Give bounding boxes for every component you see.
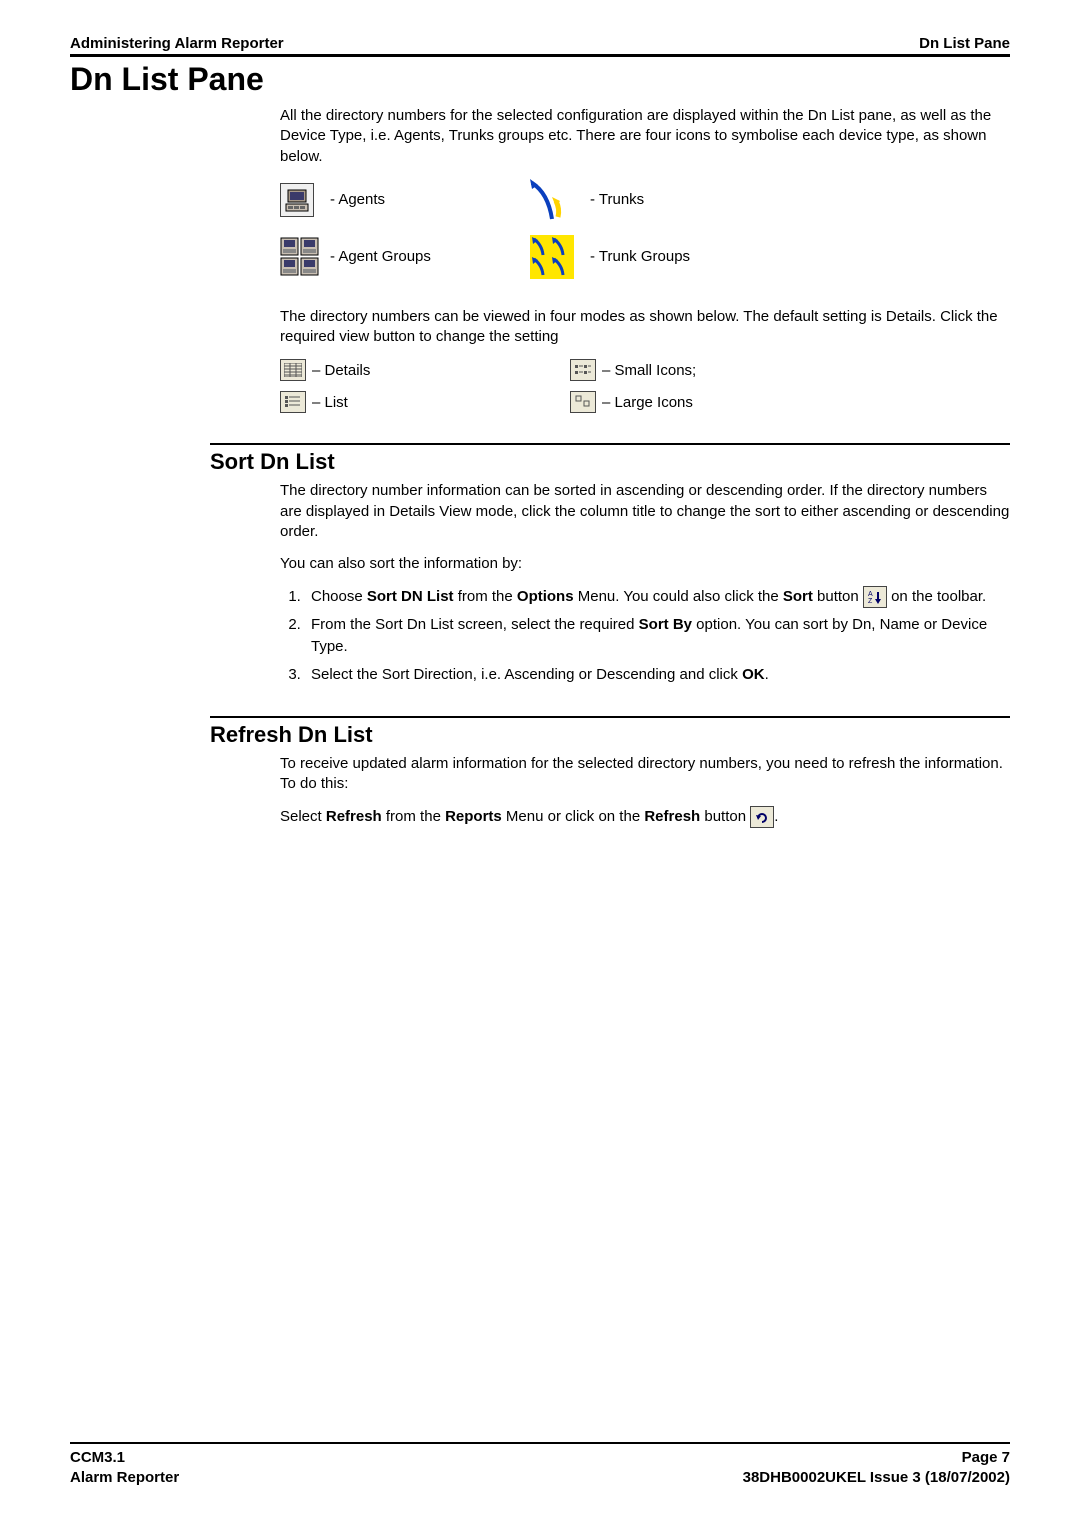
text-fragment: Menu. You could also click the: [574, 588, 783, 605]
sort-para-1: The directory number information can be …: [280, 481, 1010, 542]
sort-heading: Sort Dn List: [210, 449, 1010, 475]
text-fragment: .: [774, 808, 778, 825]
header-right: Dn List Pane: [919, 35, 1010, 52]
text-fragment: Menu or click on the: [502, 808, 645, 825]
text-fragment: from the: [382, 808, 445, 825]
agents-label: - Agents: [330, 191, 530, 208]
footer-left-line2: Alarm Reporter: [70, 1468, 179, 1488]
text-fragment: Sort: [783, 588, 813, 605]
small-icons-view-icon: [570, 359, 596, 381]
text-fragment: Reports: [445, 808, 502, 825]
sort-step-3: Select the Sort Direction, i.e. Ascendin…: [305, 664, 1010, 686]
sort-steps-list: Choose Sort DN List from the Options Men…: [305, 586, 1010, 685]
divider-sort: [210, 443, 1010, 445]
large-icons-view-label: – Large Icons: [602, 394, 693, 411]
details-view-label: – Details: [312, 362, 370, 379]
device-type-icons-grid: - Agents - Trunks: [280, 179, 1010, 279]
page-footer: CCM3.1 Alarm Reporter Page 7 38DHB0002UK…: [70, 1442, 1010, 1489]
text-fragment: button: [700, 808, 750, 825]
list-view-icon: [280, 391, 306, 413]
agents-icon: [280, 183, 314, 217]
text-fragment: Sort By: [639, 616, 692, 633]
text-fragment: .: [765, 666, 769, 683]
text-fragment: Refresh: [326, 808, 382, 825]
text-fragment: button: [813, 588, 863, 605]
agent-groups-label: - Agent Groups: [330, 248, 530, 265]
text-fragment: on the toolbar.: [887, 588, 986, 605]
trunks-icon: [530, 179, 590, 221]
footer-left-line1: CCM3.1: [70, 1448, 179, 1468]
sort-toolbar-icon: A Z: [863, 586, 887, 608]
refresh-para-2: Select Refresh from the Reports Menu or …: [280, 806, 1010, 828]
text-fragment: Refresh: [644, 808, 700, 825]
text-fragment: From the Sort Dn List screen, select the…: [311, 616, 639, 633]
text-fragment: Select: [280, 808, 326, 825]
view-modes-paragraph: The directory numbers can be viewed in f…: [280, 307, 1010, 348]
refresh-toolbar-icon: [750, 806, 774, 828]
footer-right-line2: 38DHB0002UKEL Issue 3 (18/07/2002): [743, 1468, 1010, 1488]
text-fragment: from the: [454, 588, 517, 605]
agent-groups-icon: [280, 237, 330, 277]
small-icons-view-label: – Small Icons;: [602, 362, 696, 379]
sort-step-1: Choose Sort DN List from the Options Men…: [305, 586, 1010, 608]
refresh-para-1: To receive updated alarm information for…: [280, 754, 1010, 795]
refresh-heading: Refresh Dn List: [210, 722, 1010, 748]
page-title: Dn List Pane: [70, 61, 1010, 98]
page-header: Administering Alarm Reporter Dn List Pan…: [70, 35, 1010, 57]
view-modes-grid: – Details – Small Icons; – List: [280, 359, 1010, 413]
svg-text:Z: Z: [868, 598, 873, 605]
footer-right-line1: Page 7: [743, 1448, 1010, 1468]
details-view-icon: [280, 359, 306, 381]
text-fragment: Select the Sort Direction, i.e. Ascendin…: [311, 666, 742, 683]
text-fragment: Choose: [311, 588, 367, 605]
list-view-label: – List: [312, 394, 348, 411]
text-fragment: Sort DN List: [367, 588, 454, 605]
sort-step-2: From the Sort Dn List screen, select the…: [305, 614, 1010, 658]
svg-text:A: A: [868, 591, 873, 598]
text-fragment: Options: [517, 588, 574, 605]
header-left: Administering Alarm Reporter: [70, 35, 284, 52]
trunks-label: - Trunks: [590, 191, 790, 208]
large-icons-view-icon: [570, 391, 596, 413]
divider-refresh: [210, 716, 1010, 718]
intro-paragraph: All the directory numbers for the select…: [280, 106, 1010, 167]
sort-para-2: You can also sort the information by:: [280, 554, 1010, 574]
trunk-groups-icon: [530, 235, 590, 279]
trunk-groups-label: - Trunk Groups: [590, 248, 790, 265]
text-fragment: OK: [742, 666, 765, 683]
